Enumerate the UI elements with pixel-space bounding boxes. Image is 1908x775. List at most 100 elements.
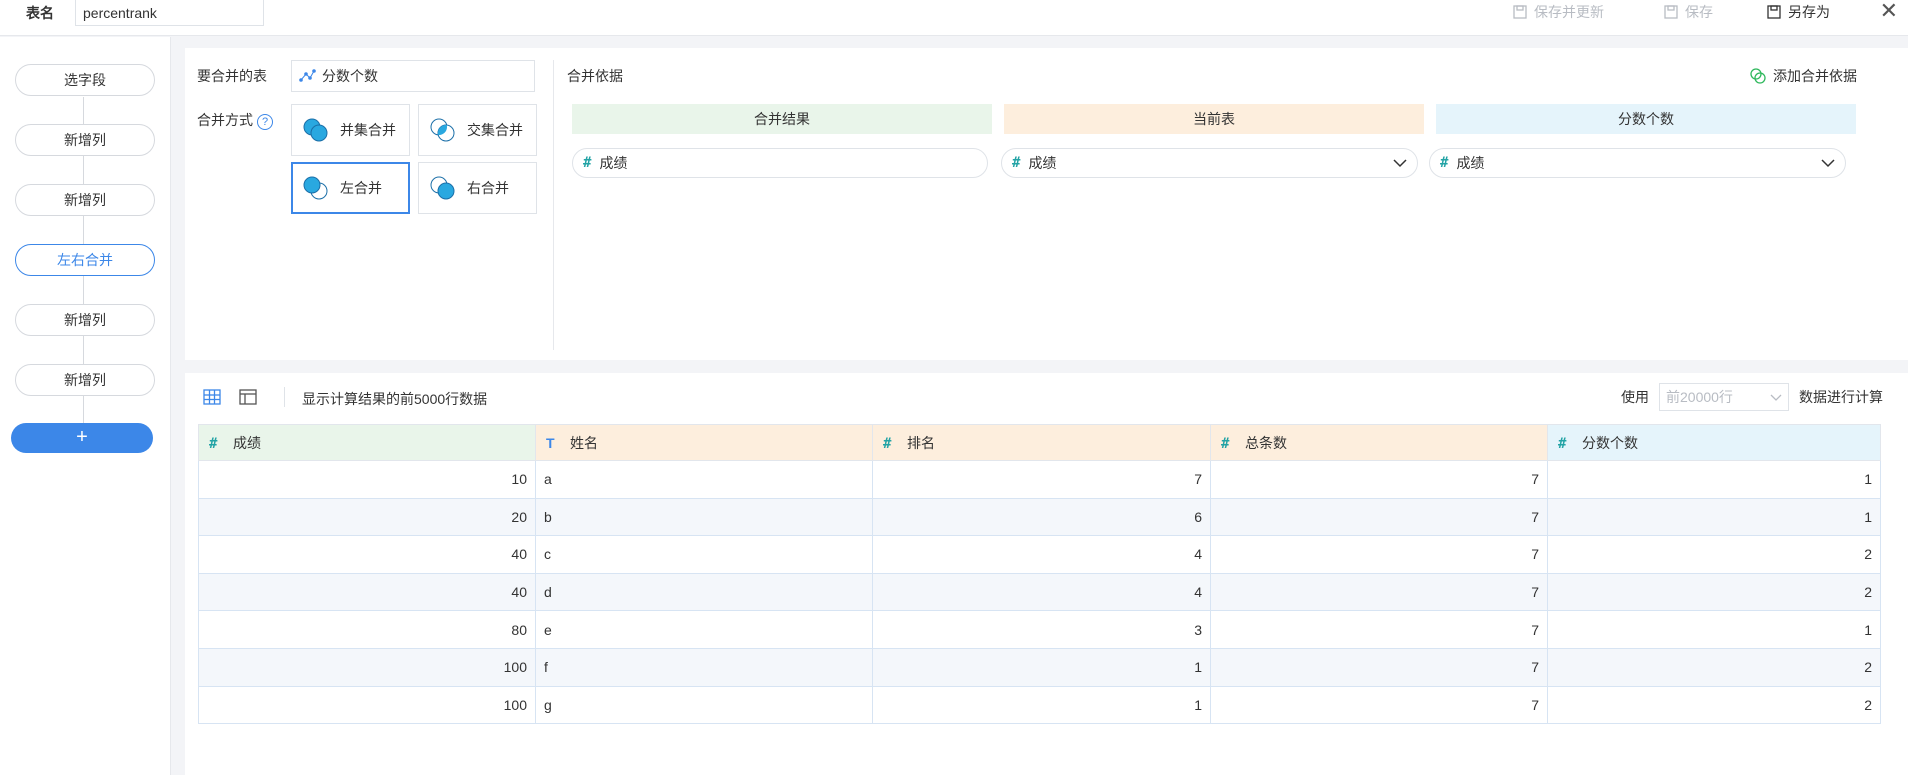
table-cell: g	[535, 685, 873, 725]
intersect-merge-label: 交集合并	[467, 122, 523, 138]
flow-panel: 选字段 新增列 新增列 左右合并 新增列 新增列 +	[0, 37, 171, 775]
config-divider	[553, 60, 554, 350]
number-type-icon: #	[883, 435, 892, 452]
other-field-select[interactable]: # 成绩	[1429, 148, 1846, 178]
save-update-button[interactable]: 保存并更新	[1512, 2, 1604, 22]
flow-step-new-column[interactable]: 新增列	[15, 184, 155, 216]
flow-step-select-fields[interactable]: 选字段	[15, 64, 155, 96]
table-name-label: 表名	[26, 5, 54, 21]
table-cell: 6	[872, 497, 1211, 537]
text-type-icon: T	[546, 434, 555, 451]
col-header-label: 成绩	[233, 434, 261, 451]
col-header-total[interactable]: # 总条数	[1210, 424, 1548, 461]
table-cell: 4	[872, 535, 1211, 574]
source-table-label: 要合并的表	[197, 68, 267, 84]
add-basis-icon	[1750, 68, 1766, 84]
calc-label: 数据进行计算	[1799, 389, 1883, 405]
add-basis-label: 添加合并依据	[1773, 68, 1857, 84]
row-limit-placeholder: 前20000行	[1666, 389, 1733, 405]
table-cell: 100	[198, 647, 536, 687]
flow-step-new-column[interactable]: 新增列	[15, 304, 155, 336]
grid-view-icon[interactable]	[203, 388, 221, 406]
use-label: 使用	[1621, 389, 1649, 405]
table-cell: 40	[198, 572, 536, 612]
table-cell: 7	[1210, 572, 1548, 612]
merge-basis-title: 合并依据	[567, 68, 623, 84]
chevron-down-icon	[1393, 159, 1407, 168]
intersect-merge-button[interactable]: 交集合并	[418, 104, 537, 156]
source-table-field[interactable]: 分数个数	[291, 60, 535, 92]
row-limit-control: 使用 前20000行 数据进行计算	[1621, 383, 1883, 411]
help-icon[interactable]: ?	[257, 114, 273, 130]
number-type-icon: #	[1012, 155, 1021, 171]
save-refresh-icon	[1513, 5, 1527, 19]
left-merge-label: 左合并	[340, 180, 382, 196]
save-as-button[interactable]: 另存为	[1766, 2, 1830, 22]
col-header-label: 总条数	[1245, 434, 1287, 451]
preview-panel: 显示计算结果的前5000行数据 使用 前20000行 数据进行计算 # 成绩 T姓…	[185, 373, 1908, 775]
col-header-score[interactable]: # 成绩	[198, 424, 536, 461]
table-cell: 2	[1547, 647, 1881, 687]
table-row: 40 d 4 7 2	[198, 572, 1881, 612]
table-cell: 80	[198, 610, 536, 649]
col-header-score-count[interactable]: # 分数个数	[1547, 424, 1881, 461]
chevron-down-icon	[1821, 159, 1835, 168]
save-button[interactable]: 保存	[1663, 2, 1713, 22]
table-cell: 10	[198, 460, 536, 499]
other-table-header: 分数个数	[1436, 104, 1856, 134]
union-merge-button[interactable]: 并集合并	[291, 104, 410, 156]
source-table-name: 分数个数	[322, 68, 378, 84]
number-type-icon: #	[1221, 435, 1230, 452]
intersect-merge-icon	[430, 118, 455, 142]
table-cell: 7	[1210, 610, 1548, 649]
table-cell: 1	[872, 647, 1211, 687]
merge-mode-label: 合并方式?	[197, 110, 273, 130]
toolbar-divider	[284, 387, 285, 407]
save-as-label: 另存为	[1788, 4, 1830, 20]
table-row: 100 g 1 7 2	[198, 685, 1881, 725]
close-icon[interactable]: ✕	[1880, 0, 1898, 22]
merge-config-panel: 要合并的表 分数个数 合并方式? 并集合并 交集合并 左合并 右合并 合并依据 …	[185, 48, 1908, 360]
dataset-icon	[299, 69, 316, 82]
row-limit-select[interactable]: 前20000行	[1659, 383, 1789, 411]
current-field-select[interactable]: # 成绩	[1001, 148, 1418, 178]
add-step-button[interactable]: +	[11, 423, 153, 453]
table-cell: 20	[198, 497, 536, 537]
table-cell: 7	[872, 460, 1211, 499]
table-cell: 1	[1547, 497, 1881, 537]
table-cell: 7	[1210, 647, 1548, 687]
table-cell: b	[535, 497, 873, 537]
table-name-input[interactable]	[75, 0, 264, 26]
col-header-label: 排名	[907, 434, 935, 451]
table-cell: 3	[872, 610, 1211, 649]
table-cell: a	[535, 460, 873, 499]
table-cell: 2	[1547, 685, 1881, 725]
right-merge-button[interactable]: 右合并	[418, 162, 537, 214]
flow-step-new-column[interactable]: 新增列	[15, 364, 155, 396]
right-merge-label: 右合并	[467, 180, 509, 196]
table-cell: e	[535, 610, 873, 649]
add-merge-basis-button[interactable]: 添加合并依据	[1749, 66, 1857, 86]
right-merge-icon	[430, 176, 455, 200]
other-field-name: 成绩	[1456, 155, 1485, 171]
layout-view-icon[interactable]	[239, 388, 257, 406]
save-as-icon	[1767, 5, 1781, 19]
union-merge-label: 并集合并	[340, 122, 396, 138]
flow-step-lr-merge[interactable]: 左右合并	[15, 244, 155, 276]
table-cell: 7	[1210, 497, 1548, 537]
left-merge-button[interactable]: 左合并	[291, 162, 410, 214]
result-field[interactable]: # 成绩	[572, 148, 988, 178]
chevron-down-icon	[1770, 394, 1782, 401]
table-cell: 100	[198, 685, 536, 725]
save-update-label: 保存并更新	[1534, 4, 1604, 20]
table-header-row: # 成绩 T 姓名 # 排名 # 总条数 # 分数个数	[198, 424, 1881, 461]
col-header-name[interactable]: T 姓名	[535, 424, 873, 461]
table-cell: 7	[1210, 685, 1548, 725]
table-cell: f	[535, 647, 873, 687]
result-column-header: 合并结果	[572, 104, 992, 134]
table-cell: c	[535, 535, 873, 574]
col-header-rank[interactable]: # 排名	[872, 424, 1211, 461]
current-field-name: 成绩	[1028, 155, 1057, 171]
flow-step-new-column[interactable]: 新增列	[15, 124, 155, 156]
result-field-name: 成绩	[599, 155, 628, 171]
